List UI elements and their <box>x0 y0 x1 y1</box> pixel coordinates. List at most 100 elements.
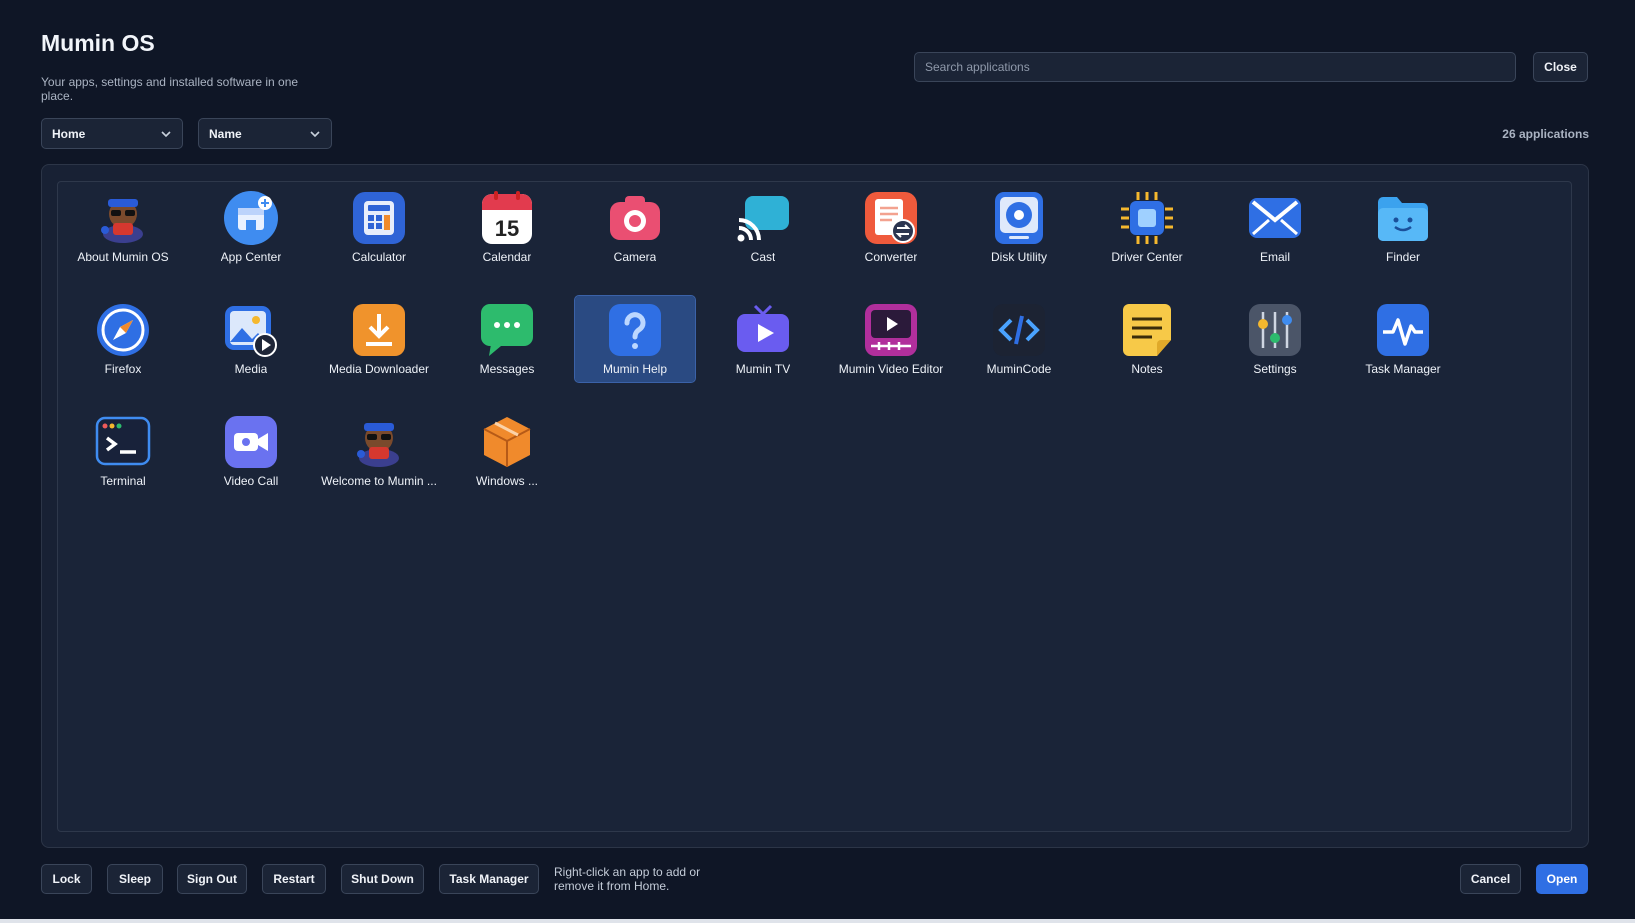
calendar-icon: 15 <box>479 190 535 246</box>
app-item[interactable]: Media <box>191 296 311 382</box>
sort-dropdown-value: Name <box>209 126 242 141</box>
app-label: About Mumin OS <box>77 250 169 264</box>
app-label: Finder <box>1385 250 1420 264</box>
category-dropdown-value: Home <box>52 126 86 141</box>
tv-icon <box>735 302 791 358</box>
disk-icon <box>991 190 1047 246</box>
app-item[interactable]: Notes <box>1087 296 1207 382</box>
app-item[interactable]: Cast <box>703 184 823 270</box>
calendar-day-number: 15 <box>495 216 519 241</box>
chevron-down-icon <box>310 130 320 137</box>
app-item[interactable]: Windows ... <box>447 408 567 494</box>
store-icon <box>223 190 279 246</box>
app-count: 26 applications <box>1502 127 1589 141</box>
app-item[interactable]: Settings <box>1215 296 1335 382</box>
app-item[interactable]: Camera <box>575 184 695 270</box>
folder-icon <box>1375 190 1431 246</box>
app-item[interactable]: 15 Calendar <box>447 184 567 270</box>
chip-icon <box>1119 190 1175 246</box>
lock-button[interactable]: Lock <box>41 864 92 894</box>
app-item[interactable]: MuminCode <box>959 296 1079 382</box>
sleep-button[interactable]: Sleep <box>107 864 163 894</box>
search-input[interactable] <box>914 52 1516 82</box>
app-item[interactable]: About Mumin OS <box>63 184 183 270</box>
notes-icon <box>1119 302 1175 358</box>
sliders-icon <box>1247 302 1303 358</box>
app-label: MuminCode <box>986 362 1052 376</box>
app-label: Welcome to Mumin ... <box>321 474 437 488</box>
pulse-icon <box>1375 302 1431 358</box>
app-label: Task Manager <box>1365 362 1441 376</box>
close-button[interactable]: Close <box>1533 52 1588 82</box>
video-call-icon <box>223 414 279 470</box>
footer-hint: Right-click an app to add or remove it f… <box>554 865 701 893</box>
app-label: Video Call <box>223 474 279 488</box>
app-item[interactable]: Welcome to Mumin ... <box>319 408 439 494</box>
app-label: Mumin Video Editor <box>838 362 944 376</box>
app-item[interactable]: Mumin TV <box>703 296 823 382</box>
sort-dropdown[interactable]: Name <box>198 118 332 149</box>
sign-out-button[interactable]: Sign Out <box>177 864 247 894</box>
app-item[interactable]: Messages <box>447 296 567 382</box>
converter-icon <box>863 190 919 246</box>
app-label: App Center <box>220 250 282 264</box>
cancel-button[interactable]: Cancel <box>1460 864 1521 894</box>
window-bottom-edge <box>0 919 1635 923</box>
app-label: Calendar <box>482 250 532 264</box>
category-dropdown[interactable]: Home <box>41 118 183 149</box>
shut-down-button[interactable]: Shut Down <box>341 864 424 894</box>
app-item[interactable]: Converter <box>831 184 951 270</box>
app-item[interactable]: Task Manager <box>1343 296 1463 382</box>
apps-grid-area <box>57 181 1572 832</box>
app-label: Notes <box>1131 362 1163 376</box>
mascot-icon <box>95 190 151 246</box>
app-item[interactable]: Terminal <box>63 408 183 494</box>
chat-icon <box>479 302 535 358</box>
open-button[interactable]: Open <box>1536 864 1588 894</box>
media-icon <box>223 302 279 358</box>
camera-icon <box>607 190 663 246</box>
mail-icon <box>1247 190 1303 246</box>
app-label: Firefox <box>104 362 142 376</box>
app-item[interactable]: Mumin Video Editor <box>831 296 951 382</box>
task-manager-button[interactable]: Task Manager <box>439 864 539 894</box>
compass-icon <box>95 302 151 358</box>
app-label: Cast <box>750 250 776 264</box>
app-label: Driver Center <box>1111 250 1183 264</box>
app-label: Messages <box>479 362 535 376</box>
download-icon <box>351 302 407 358</box>
app-item[interactable]: Email <box>1215 184 1335 270</box>
app-item[interactable]: Disk Utility <box>959 184 1079 270</box>
app-label: Mumin TV <box>735 362 791 376</box>
terminal-icon <box>95 414 151 470</box>
app-item[interactable]: Mumin Help <box>574 295 696 383</box>
app-label: Camera <box>613 250 657 264</box>
app-item[interactable]: Finder <box>1343 184 1463 270</box>
calculator-icon <box>351 190 407 246</box>
app-label: Disk Utility <box>991 250 1047 264</box>
restart-button[interactable]: Restart <box>262 864 326 894</box>
app-item[interactable]: Calculator <box>319 184 439 270</box>
app-label: Converter <box>864 250 918 264</box>
chevron-down-icon <box>161 130 171 137</box>
cast-icon <box>735 190 791 246</box>
app-label: Settings <box>1253 362 1297 376</box>
page-title: Mumin OS <box>41 30 155 56</box>
page-subtitle: Your apps, settings and installed softwa… <box>41 75 299 103</box>
app-label: Windows ... <box>475 474 538 488</box>
mascot-icon <box>351 414 407 470</box>
app-item[interactable]: Driver Center <box>1087 184 1207 270</box>
app-label: Mumin Help <box>602 362 668 376</box>
video-editor-icon <box>863 302 919 358</box>
app-label: Calculator <box>351 250 407 264</box>
app-item[interactable]: App Center <box>191 184 311 270</box>
box-icon <box>479 414 535 470</box>
app-item[interactable]: Firefox <box>63 296 183 382</box>
app-label: Email <box>1259 250 1290 264</box>
code-icon <box>991 302 1047 358</box>
app-label: Terminal <box>100 474 146 488</box>
app-item[interactable]: Media Downloader <box>319 296 439 382</box>
help-icon <box>607 302 663 358</box>
app-item[interactable]: Video Call <box>191 408 311 494</box>
app-label: Media <box>234 362 268 376</box>
